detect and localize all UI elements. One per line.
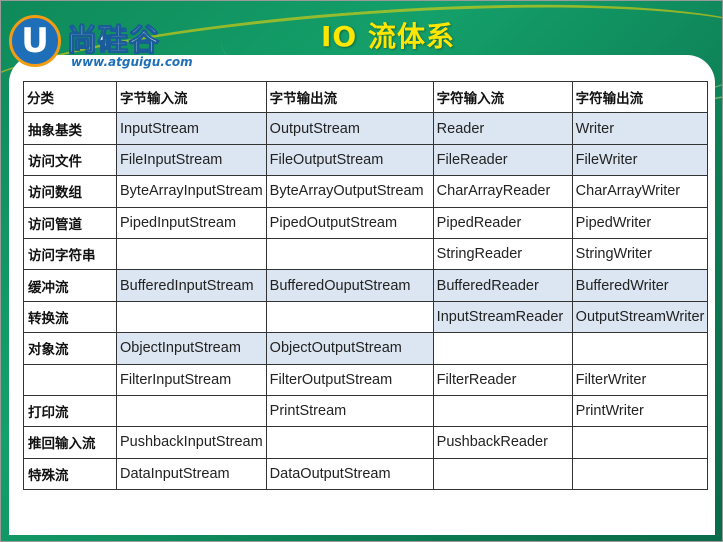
row-category: 推回输入流: [23, 426, 117, 459]
table-row: 转换流 InputStreamReader OutputStreamWriter: [23, 300, 709, 334]
column-header: 字节输入流: [116, 80, 267, 114]
table-cell: [571, 426, 709, 459]
table-cell: [571, 457, 709, 491]
logo-mark-icon: U: [9, 15, 61, 67]
table-cell: BufferedOuputStream: [265, 269, 434, 302]
table-cell: StringWriter: [571, 237, 709, 271]
table-cell: FilterReader: [432, 363, 573, 396]
table-cell: DataOutputStream: [265, 457, 434, 491]
table-cell: PipedOutputStream: [265, 206, 434, 239]
table-cell: [265, 300, 434, 334]
row-category: 抽象基类: [23, 112, 117, 145]
table-cell: CharArrayReader: [432, 175, 573, 208]
table-cell: ObjectInputStream: [116, 332, 267, 365]
table-cell: [432, 457, 573, 491]
table-cell: [432, 332, 573, 365]
table-cell: PipedWriter: [571, 206, 709, 239]
table-row: 特殊流 DataInputStream DataOutputStream: [23, 457, 709, 491]
table-cell: PipedReader: [432, 206, 573, 239]
table-row: FilterInputStream FilterOutputStream Filte…: [23, 363, 709, 396]
table-row: 对象流 ObjectInputStream ObjectOutputStream: [23, 332, 709, 365]
column-header: 分类: [23, 80, 117, 114]
row-category: 访问数组: [23, 175, 117, 208]
column-header: 字符输出流: [571, 80, 709, 114]
table-row: 打印流 PrintStream PrintWriter: [23, 394, 709, 428]
table-cell: [571, 332, 709, 365]
table-cell: FilterOutputStream: [265, 363, 434, 396]
table-cell: StringReader: [432, 237, 573, 271]
table-cell: BufferedWriter: [571, 269, 709, 302]
table-cell: OutputStream: [265, 112, 434, 145]
table-cell: PrintStream: [265, 394, 434, 428]
table-cell: PushbackInputStream: [116, 426, 267, 459]
row-category: 访问文件: [23, 143, 117, 177]
row-category: 对象流: [23, 332, 117, 365]
table-cell: InputStream: [116, 112, 267, 145]
table-cell: Writer: [571, 112, 709, 145]
row-category: 访问管道: [23, 206, 117, 239]
table-cell: FilterWriter: [571, 363, 709, 396]
table-cell: [265, 426, 434, 459]
table-cell: BufferedReader: [432, 269, 573, 302]
row-category: 转换流: [23, 300, 117, 334]
table-cell: [116, 237, 267, 271]
table-cell: OutputStreamWriter: [571, 300, 709, 334]
table-cell: [265, 237, 434, 271]
table-row: 访问管道 PipedInputStream PipedOutputStream Pip…: [23, 206, 709, 239]
table-cell: ObjectOutputStream: [265, 332, 434, 365]
table-cell: Reader: [432, 112, 573, 145]
table-row: 访问数组 ByteArrayInputStream ByteArrayOutputS…: [23, 175, 709, 208]
table-cell: CharArrayWriter: [571, 175, 709, 208]
table-cell: [432, 394, 573, 428]
table-cell: [116, 394, 267, 428]
table-cell: FileWriter: [571, 143, 709, 177]
table-row: 抽象基类 InputStream OutputStream Reader Writer: [23, 112, 709, 145]
table-cell: InputStreamReader: [432, 300, 573, 334]
table-row: 访问文件 FileInputStream FileOutputStream FileR…: [23, 143, 709, 177]
table-cell: DataInputStream: [116, 457, 267, 491]
table-cell: ByteArrayOutputStream: [265, 175, 434, 208]
row-category: 访问字符串: [23, 237, 117, 271]
column-header: 字符输入流: [432, 80, 573, 114]
row-category: [23, 363, 117, 396]
table-cell: PushbackReader: [432, 426, 573, 459]
logo-name: 尚硅谷: [67, 23, 160, 59]
row-category: 缓冲流: [23, 269, 117, 302]
slide: U 尚硅谷 www.atguigu.com IO 流体系 分类 字节输入流 字节…: [0, 0, 723, 542]
table-cell: PrintWriter: [571, 394, 709, 428]
table-cell: FileOutputStream: [265, 143, 434, 177]
table-cell: ByteArrayInputStream: [116, 175, 267, 208]
table-cell: FilterInputStream: [116, 363, 267, 396]
table-row: 访问字符串 StringReader StringWriter: [23, 237, 709, 271]
table-cell: FileReader: [432, 143, 573, 177]
table-cell: [116, 300, 267, 334]
table-row: 缓冲流 BufferedInputStream BufferedOuputStrea…: [23, 269, 709, 302]
row-category: 打印流: [23, 394, 117, 428]
io-stream-table: 分类 字节输入流 字节输出流 字符输入流 字符输出流 抽象基类 InputStre…: [23, 80, 709, 491]
table-row: 推回输入流 PushbackInputStream PushbackReader: [23, 426, 709, 459]
table-cell: PipedInputStream: [116, 206, 267, 239]
table-cell: FileInputStream: [116, 143, 267, 177]
column-header: 字节输出流: [265, 80, 434, 114]
table-header-row: 分类 字节输入流 字节输出流 字符输入流 字符输出流: [23, 80, 709, 114]
brand-logo: U 尚硅谷 www.atguigu.com: [9, 11, 209, 71]
row-category: 特殊流: [23, 457, 117, 491]
slide-title: IO 流体系: [321, 20, 455, 53]
logo-url: www.atguigu.com: [71, 55, 193, 69]
table-cell: BufferedInputStream: [116, 269, 267, 302]
